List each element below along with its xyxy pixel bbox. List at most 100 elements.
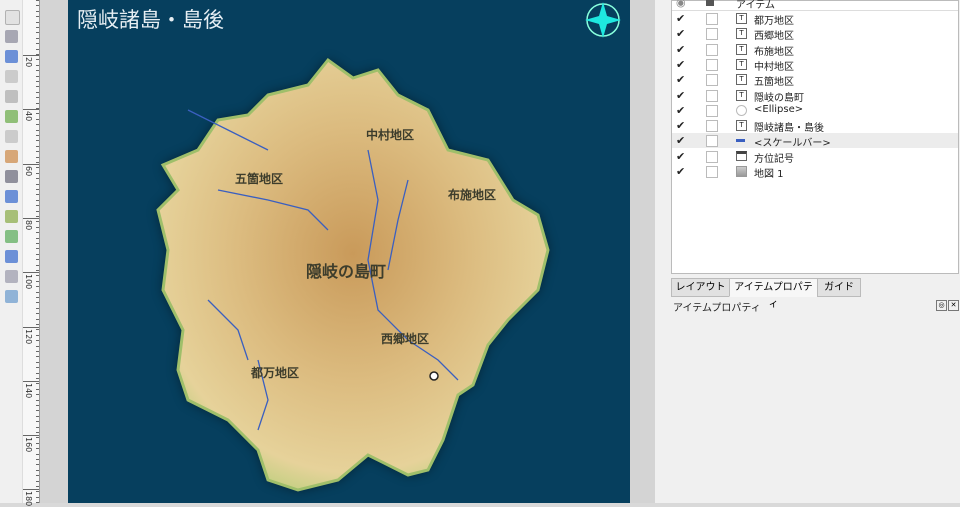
add-picture-icon[interactable] — [5, 110, 18, 123]
item-row[interactable]: ✔ T 隠岐の島町 — [672, 88, 958, 104]
ruler-tick — [36, 0, 39, 1]
visibility-checkbox[interactable]: ✔ — [676, 12, 685, 25]
ruler-tick — [36, 394, 39, 396]
ruler-major-tick — [23, 435, 39, 437]
add-map-icon[interactable] — [5, 70, 18, 83]
ruler-tick — [36, 216, 39, 217]
tab-2[interactable]: ガイド — [817, 278, 861, 297]
map-icon — [736, 166, 747, 177]
ruler-tick — [36, 113, 39, 115]
ruler-tick — [36, 59, 39, 61]
add-polygon-icon[interactable] — [5, 250, 18, 263]
visibility-checkbox[interactable]: ✔ — [676, 27, 685, 40]
float-icon[interactable]: ◎ — [936, 300, 947, 311]
ruler-major-tick — [23, 55, 39, 56]
ruler-tick — [36, 75, 39, 77]
item-row[interactable]: ✔ 方位記号 — [672, 149, 958, 165]
item-name: 地図 1 — [754, 169, 784, 180]
ruler-label: 100 — [24, 274, 33, 290]
items-list[interactable]: ◉ アイテム ✔ T 都万地区 ✔ T 西郷地区 ✔ T 布施地区 ✔ T 中村地区 ✔ T 五箇地区 ✔ T 隠… — [671, 0, 959, 274]
ruler-tick — [36, 129, 39, 131]
tab-0[interactable]: レイアウト — [671, 278, 730, 297]
visibility-checkbox[interactable]: ✔ — [676, 104, 685, 117]
item-row[interactable]: ✔ <Ellipse> — [672, 103, 958, 118]
item-name: 中村地区 — [754, 61, 794, 73]
add-3d-map-icon[interactable] — [5, 90, 18, 103]
add-line-icon[interactable] — [5, 230, 18, 243]
lock-checkbox[interactable] — [706, 166, 718, 178]
items-header-label: アイテム — [736, 0, 775, 11]
visibility-checkbox[interactable]: ✔ — [676, 58, 685, 71]
ruler-tick — [36, 405, 39, 406]
item-row[interactable]: ✔ T 布施地区 — [672, 42, 958, 58]
item-row[interactable]: ✔ T 西郷地区 — [672, 26, 958, 42]
map-item[interactable]: 隠岐諸島・島後 中村地区 五箇地区 布施地区 隠岐の島町 西郷地区 都万地区 — [68, 0, 630, 503]
add-table-icon[interactable] — [5, 270, 18, 283]
edit-nodes-icon[interactable] — [5, 50, 18, 63]
visibility-checkbox[interactable]: ✔ — [676, 73, 685, 86]
ruler-tick — [36, 226, 39, 228]
item-row[interactable]: ✔ T 五箇地区 — [672, 72, 958, 89]
lock-checkbox[interactable] — [706, 74, 718, 87]
ruler-tick — [36, 178, 39, 180]
item-row[interactable]: ✔ <スケールバー> — [672, 133, 958, 149]
text-item-icon: T — [736, 43, 747, 55]
ruler-label: 180 — [24, 491, 33, 507]
item-row[interactable]: ✔ 地図 1 — [672, 164, 958, 180]
lock-checkbox[interactable] — [706, 135, 718, 148]
add-legend-icon[interactable] — [5, 150, 18, 163]
item-row[interactable]: ✔ T 隠岐諸島・島後 — [672, 118, 958, 134]
lock-checkbox[interactable] — [706, 58, 718, 71]
ruler-label: 160 — [24, 437, 33, 453]
add-label-icon[interactable] — [5, 130, 18, 143]
ruler-tick — [36, 307, 39, 309]
ruler-tick — [36, 167, 39, 169]
ruler-tick — [36, 437, 39, 439]
text-item-icon: T — [736, 28, 747, 40]
tab-1[interactable]: アイテムプロパティ — [729, 278, 818, 310]
add-attribute-table-icon[interactable] — [5, 290, 18, 303]
visibility-checkbox[interactable]: ✔ — [676, 150, 685, 163]
lock-checkbox[interactable] — [706, 43, 718, 56]
add-text-icon[interactable] — [5, 190, 18, 203]
close-icon[interactable]: ✕ — [948, 300, 959, 311]
lock-checkbox[interactable] — [706, 28, 718, 41]
visibility-checkbox[interactable]: ✔ — [676, 43, 685, 56]
ruler-tick — [36, 313, 39, 315]
ruler-tick — [36, 237, 39, 239]
ruler-tick — [36, 297, 39, 298]
ruler-tick — [36, 388, 39, 390]
select-icon[interactable] — [5, 10, 20, 25]
add-scalebar-icon[interactable] — [5, 170, 18, 183]
lock-checkbox[interactable] — [706, 89, 718, 102]
ruler-label: 40 — [24, 111, 33, 122]
visibility-checkbox[interactable]: ✔ — [676, 134, 685, 147]
ruler-tick — [36, 259, 39, 261]
ruler-tick — [36, 286, 39, 288]
lock-checkbox[interactable] — [706, 104, 718, 117]
lock-checkbox[interactable] — [706, 150, 718, 163]
ruler-tick — [36, 151, 39, 153]
visibility-checkbox[interactable]: ✔ — [676, 165, 685, 178]
ruler-tick — [36, 469, 39, 471]
ruler-tick — [36, 64, 39, 66]
visibility-checkbox[interactable]: ✔ — [676, 89, 685, 102]
move-content-icon[interactable] — [5, 30, 18, 43]
ruler-major-tick — [23, 380, 39, 382]
lock-checkbox[interactable] — [706, 120, 718, 133]
ruler-tick — [36, 448, 39, 450]
ruler-tick — [36, 118, 39, 120]
scalebar-icon — [736, 139, 745, 143]
lock-header-icon — [706, 0, 714, 6]
text-item-icon: T — [736, 120, 747, 132]
ruler-tick — [36, 361, 39, 363]
lock-checkbox[interactable] — [706, 13, 718, 25]
ruler-tick — [36, 378, 39, 379]
item-row[interactable]: ✔ T 中村地区 — [672, 57, 958, 73]
item-row[interactable]: ✔ T 都万地区 — [672, 11, 958, 27]
item-name: 五箇地区 — [754, 77, 794, 89]
visibility-header-icon: ◉ — [676, 0, 686, 9]
add-shape-icon[interactable] — [5, 210, 18, 223]
ruler-tick — [36, 496, 39, 498]
visibility-checkbox[interactable]: ✔ — [676, 119, 685, 132]
